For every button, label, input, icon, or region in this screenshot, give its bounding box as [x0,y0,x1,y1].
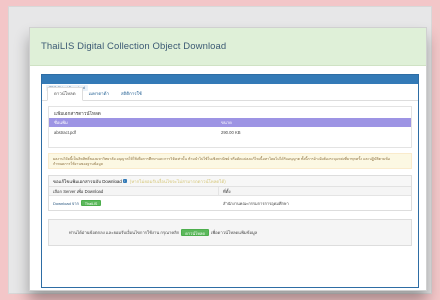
download-heading: ขอแก้ไขแฟ้มเอกสารฉบับ Download i (หากไม่… [49,176,411,187]
file-size: 290.00 KB [221,129,241,135]
table-row[interactable]: abstract.pdf 290.00 KB [49,127,411,137]
download-heading-text: ขอแก้ไขแฟ้มเอกสารฉบับ Download [53,178,122,184]
column-header-location: ที่ตั้ง [223,188,231,194]
terms-notice: ผลงานวิจัยนี้เป็นลิขสิทธิ์ของมหาวิทยาลัย… [48,153,412,169]
server-cell: Download จาก ThaiLIS [49,200,219,207]
files-table-header: ชื่อแฟ้ม ขนาด [49,118,411,127]
download-page: ThaiLIS Digital Collection Object Downlo… [29,27,427,291]
table-row: Download จาก ThaiLIS สำนักงานคณะกรรมการก… [49,196,411,210]
column-header-server: เลือก Server เพื่อ Download [49,186,219,196]
column-header-name: ชื่อแฟ้ม [54,120,68,125]
panel-heading: TDC Object Download [42,75,418,91]
agreement-text-after: เพื่อดาวน์โหลดแฟ้มข้อมูล [210,230,258,235]
agreement-footer: ท่านได้อ่านข้อตกลง และยอมรับเงื่อนไขการใ… [48,219,412,246]
download-hint: (หากไม่ยอมรับเงื่อนไขจะไม่สามารถดาวน์โหล… [129,178,226,184]
files-heading: แฟ้มเอกสารดาวน์โหลด [54,111,101,116]
download-panel: TDC Object Download ดาวน์โหลด เมทาดาต้า … [41,74,419,288]
files-section: แฟ้มเอกสารดาวน์โหลด ชื่อแฟ้ม ขนาด abstra… [48,106,412,148]
file-name: abstract.pdf [54,129,76,135]
tab-bar: ดาวน์โหลด เมทาดาต้า สถิติการใช้ [42,87,418,101]
column-header-size: ขนาด [221,120,232,125]
page-title: ThaiLIS Digital Collection Object Downlo… [41,41,227,52]
screenshot-frame: ThaiLIS Digital Collection Object Downlo… [8,6,432,294]
download-table-header: เลือก Server เพื่อ Download ที่ตั้ง [49,186,411,196]
tab-statistics[interactable]: สถิติการใช้ [115,87,148,101]
tab-download[interactable]: ดาวน์โหลด [47,87,83,101]
agreement-text: ท่านได้อ่านข้อตกลง และยอมรับเงื่อนไขการใ… [69,230,180,235]
download-section: ขอแก้ไขแฟ้มเอกสารฉบับ Download i (หากไม่… [48,175,412,211]
info-icon[interactable]: i [122,179,127,183]
server-download-button[interactable]: ThaiLIS [80,200,102,206]
server-location: สำนักงานคณะกรรมการการอุดมศึกษา [223,200,289,206]
tab-metadata[interactable]: เมทาดาต้า [83,87,115,101]
server-link[interactable]: Download จาก [53,200,79,207]
download-button[interactable]: ดาวน์โหลด [181,229,209,236]
page-header: ThaiLIS Digital Collection Object Downlo… [30,28,426,66]
